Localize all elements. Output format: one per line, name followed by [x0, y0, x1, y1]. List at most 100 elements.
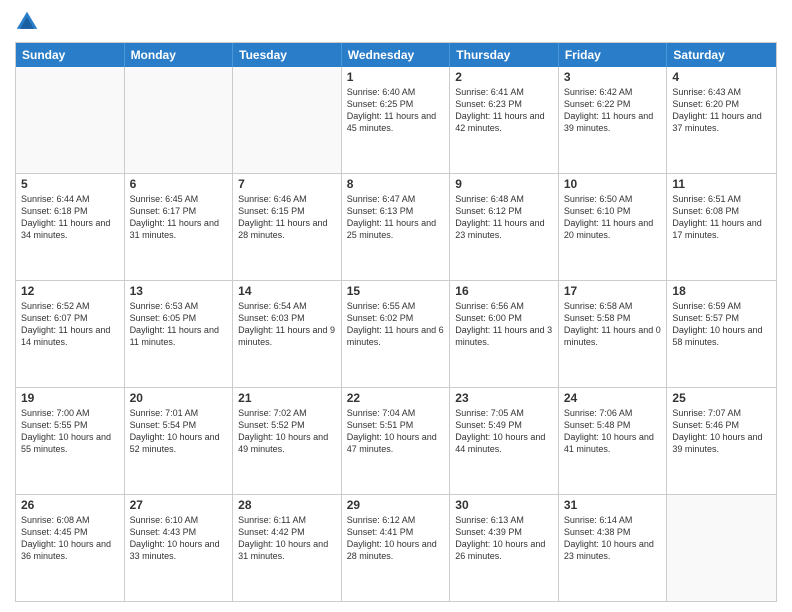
- day-cell-6: 6 Sunrise: 6:45 AM Sunset: 6:17 PM Daylig…: [125, 174, 234, 280]
- day-number: 4: [672, 70, 771, 84]
- calendar-row-0: 1Sunrise: 6:40 AM Sunset: 6:25 PM Daylig…: [16, 67, 776, 173]
- day-info: Sunrise: 6:59 AM Sunset: 5:57 PM Dayligh…: [672, 300, 771, 349]
- day-info: Sunrise: 6:13 AM Sunset: 4:39 PM Dayligh…: [455, 514, 553, 563]
- day-number: 10: [564, 177, 662, 191]
- calendar-row-1: 5 Sunrise: 6:44 AM Sunset: 6:18 PM Daylig…: [16, 173, 776, 280]
- day-info: Sunrise: 6:48 AM Sunset: 6:12 PM Dayligh…: [455, 193, 553, 242]
- day-number: 19: [21, 391, 119, 405]
- day-cell-11: 11 Sunrise: 6:51 AM Sunset: 6:08 PM Dayli…: [667, 174, 776, 280]
- day-info: Sunrise: 6:14 AM Sunset: 4:38 PM Dayligh…: [564, 514, 662, 563]
- day-cell-8: 8 Sunrise: 6:47 AM Sunset: 6:13 PM Daylig…: [342, 174, 451, 280]
- day-number: 18: [672, 284, 771, 298]
- day-info: Sunrise: 6:52 AM Sunset: 6:07 PM Dayligh…: [21, 300, 119, 349]
- day-info: Sunrise: 6:46 AM Sunset: 6:15 PM Dayligh…: [238, 193, 336, 242]
- day-number: 22: [347, 391, 445, 405]
- day-info: Sunrise: 7:02 AM Sunset: 5:52 PM Dayligh…: [238, 407, 336, 456]
- day-number: 8: [347, 177, 445, 191]
- calendar: SundayMondayTuesdayWednesdayThursdayFrid…: [15, 42, 777, 602]
- day-info: Sunrise: 6:12 AM Sunset: 4:41 PM Dayligh…: [347, 514, 445, 563]
- day-cell-15: 15 Sunrise: 6:55 AM Sunset: 6:02 PM Dayli…: [342, 281, 451, 387]
- day-number: 16: [455, 284, 553, 298]
- calendar-row-3: 19 Sunrise: 7:00 AM Sunset: 5:55 PM Dayli…: [16, 387, 776, 494]
- day-cell-21: 21Sunrise: 7:02 AM Sunset: 5:52 PM Dayli…: [233, 388, 342, 494]
- day-cell-2: 2 Sunrise: 6:41 AM Sunset: 6:23 PM Daylig…: [450, 67, 559, 173]
- calendar-row-2: 12Sunrise: 6:52 AM Sunset: 6:07 PM Dayli…: [16, 280, 776, 387]
- day-number: 15: [347, 284, 445, 298]
- day-number: 14: [238, 284, 336, 298]
- day-cell-24: 24Sunrise: 7:06 AM Sunset: 5:48 PM Dayli…: [559, 388, 668, 494]
- day-info: Sunrise: 6:47 AM Sunset: 6:13 PM Dayligh…: [347, 193, 445, 242]
- day-cell-4: 4 Sunrise: 6:43 AM Sunset: 6:20 PM Daylig…: [667, 67, 776, 173]
- day-cell-28: 28 Sunrise: 6:11 AM Sunset: 4:42 PM Dayli…: [233, 495, 342, 601]
- day-info: Sunrise: 6:11 AM Sunset: 4:42 PM Dayligh…: [238, 514, 336, 563]
- header: [15, 10, 777, 34]
- day-number: 31: [564, 498, 662, 512]
- day-cell-20: 20 Sunrise: 7:01 AM Sunset: 5:54 PM Dayli…: [125, 388, 234, 494]
- day-cell-22: 22 Sunrise: 7:04 AM Sunset: 5:51 PM Dayli…: [342, 388, 451, 494]
- day-info: Sunrise: 6:56 AM Sunset: 6:00 PM Dayligh…: [455, 300, 553, 349]
- day-info: Sunrise: 6:58 AM Sunset: 5:58 PM Dayligh…: [564, 300, 662, 349]
- day-number: 9: [455, 177, 553, 191]
- day-number: 20: [130, 391, 228, 405]
- day-cell-9: 9 Sunrise: 6:48 AM Sunset: 6:12 PM Daylig…: [450, 174, 559, 280]
- day-info: Sunrise: 6:50 AM Sunset: 6:10 PM Dayligh…: [564, 193, 662, 242]
- header-cell-wednesday: Wednesday: [342, 43, 451, 67]
- day-info: Sunrise: 7:01 AM Sunset: 5:54 PM Dayligh…: [130, 407, 228, 456]
- day-info: Sunrise: 6:45 AM Sunset: 6:17 PM Dayligh…: [130, 193, 228, 242]
- header-cell-tuesday: Tuesday: [233, 43, 342, 67]
- day-number: 25: [672, 391, 771, 405]
- day-cell-18: 18 Sunrise: 6:59 AM Sunset: 5:57 PM Dayli…: [667, 281, 776, 387]
- day-info: Sunrise: 7:04 AM Sunset: 5:51 PM Dayligh…: [347, 407, 445, 456]
- day-number: 28: [238, 498, 336, 512]
- day-cell-26: 26 Sunrise: 6:08 AM Sunset: 4:45 PM Dayli…: [16, 495, 125, 601]
- calendar-row-4: 26 Sunrise: 6:08 AM Sunset: 4:45 PM Dayli…: [16, 494, 776, 601]
- day-cell-16: 16 Sunrise: 6:56 AM Sunset: 6:00 PM Dayli…: [450, 281, 559, 387]
- day-cell-5: 5 Sunrise: 6:44 AM Sunset: 6:18 PM Daylig…: [16, 174, 125, 280]
- day-cell-7: 7 Sunrise: 6:46 AM Sunset: 6:15 PM Daylig…: [233, 174, 342, 280]
- day-info: Sunrise: 6:41 AM Sunset: 6:23 PM Dayligh…: [455, 86, 553, 135]
- header-cell-monday: Monday: [125, 43, 234, 67]
- header-cell-sunday: Sunday: [16, 43, 125, 67]
- day-cell-19: 19 Sunrise: 7:00 AM Sunset: 5:55 PM Dayli…: [16, 388, 125, 494]
- day-number: 7: [238, 177, 336, 191]
- day-number: 17: [564, 284, 662, 298]
- day-number: 27: [130, 498, 228, 512]
- day-number: 2: [455, 70, 553, 84]
- day-number: 26: [21, 498, 119, 512]
- day-number: 23: [455, 391, 553, 405]
- day-number: 5: [21, 177, 119, 191]
- day-info: Sunrise: 7:05 AM Sunset: 5:49 PM Dayligh…: [455, 407, 553, 456]
- day-number: 6: [130, 177, 228, 191]
- day-info: Sunrise: 6:44 AM Sunset: 6:18 PM Dayligh…: [21, 193, 119, 242]
- day-cell-31: 31 Sunrise: 6:14 AM Sunset: 4:38 PM Dayli…: [559, 495, 668, 601]
- day-cell-1: 1Sunrise: 6:40 AM Sunset: 6:25 PM Daylig…: [342, 67, 451, 173]
- day-number: 30: [455, 498, 553, 512]
- header-cell-saturday: Saturday: [667, 43, 776, 67]
- day-info: Sunrise: 7:00 AM Sunset: 5:55 PM Dayligh…: [21, 407, 119, 456]
- day-info: Sunrise: 6:08 AM Sunset: 4:45 PM Dayligh…: [21, 514, 119, 563]
- day-info: Sunrise: 6:51 AM Sunset: 6:08 PM Dayligh…: [672, 193, 771, 242]
- day-info: Sunrise: 6:55 AM Sunset: 6:02 PM Dayligh…: [347, 300, 445, 349]
- day-number: 11: [672, 177, 771, 191]
- day-info: Sunrise: 7:07 AM Sunset: 5:46 PM Dayligh…: [672, 407, 771, 456]
- day-number: 13: [130, 284, 228, 298]
- day-cell-17: 17 Sunrise: 6:58 AM Sunset: 5:58 PM Dayli…: [559, 281, 668, 387]
- day-cell-23: 23 Sunrise: 7:05 AM Sunset: 5:49 PM Dayli…: [450, 388, 559, 494]
- header-cell-thursday: Thursday: [450, 43, 559, 67]
- header-cell-friday: Friday: [559, 43, 668, 67]
- day-number: 1: [347, 70, 445, 84]
- day-info: Sunrise: 6:53 AM Sunset: 6:05 PM Dayligh…: [130, 300, 228, 349]
- day-cell-12: 12Sunrise: 6:52 AM Sunset: 6:07 PM Dayli…: [16, 281, 125, 387]
- day-cell-empty-0-1: [125, 67, 234, 173]
- day-info: Sunrise: 6:43 AM Sunset: 6:20 PM Dayligh…: [672, 86, 771, 135]
- calendar-body: 1Sunrise: 6:40 AM Sunset: 6:25 PM Daylig…: [16, 67, 776, 601]
- logo: [15, 10, 43, 34]
- day-cell-10: 10 Sunrise: 6:50 AM Sunset: 6:10 PM Dayli…: [559, 174, 668, 280]
- calendar-header: SundayMondayTuesdayWednesdayThursdayFrid…: [16, 43, 776, 67]
- page: SundayMondayTuesdayWednesdayThursdayFrid…: [0, 0, 792, 612]
- day-cell-3: 3Sunrise: 6:42 AM Sunset: 6:22 PM Daylig…: [559, 67, 668, 173]
- day-number: 29: [347, 498, 445, 512]
- day-cell-25: 25 Sunrise: 7:07 AM Sunset: 5:46 PM Dayli…: [667, 388, 776, 494]
- day-cell-14: 14Sunrise: 6:54 AM Sunset: 6:03 PM Dayli…: [233, 281, 342, 387]
- day-cell-29: 29 Sunrise: 6:12 AM Sunset: 4:41 PM Dayli…: [342, 495, 451, 601]
